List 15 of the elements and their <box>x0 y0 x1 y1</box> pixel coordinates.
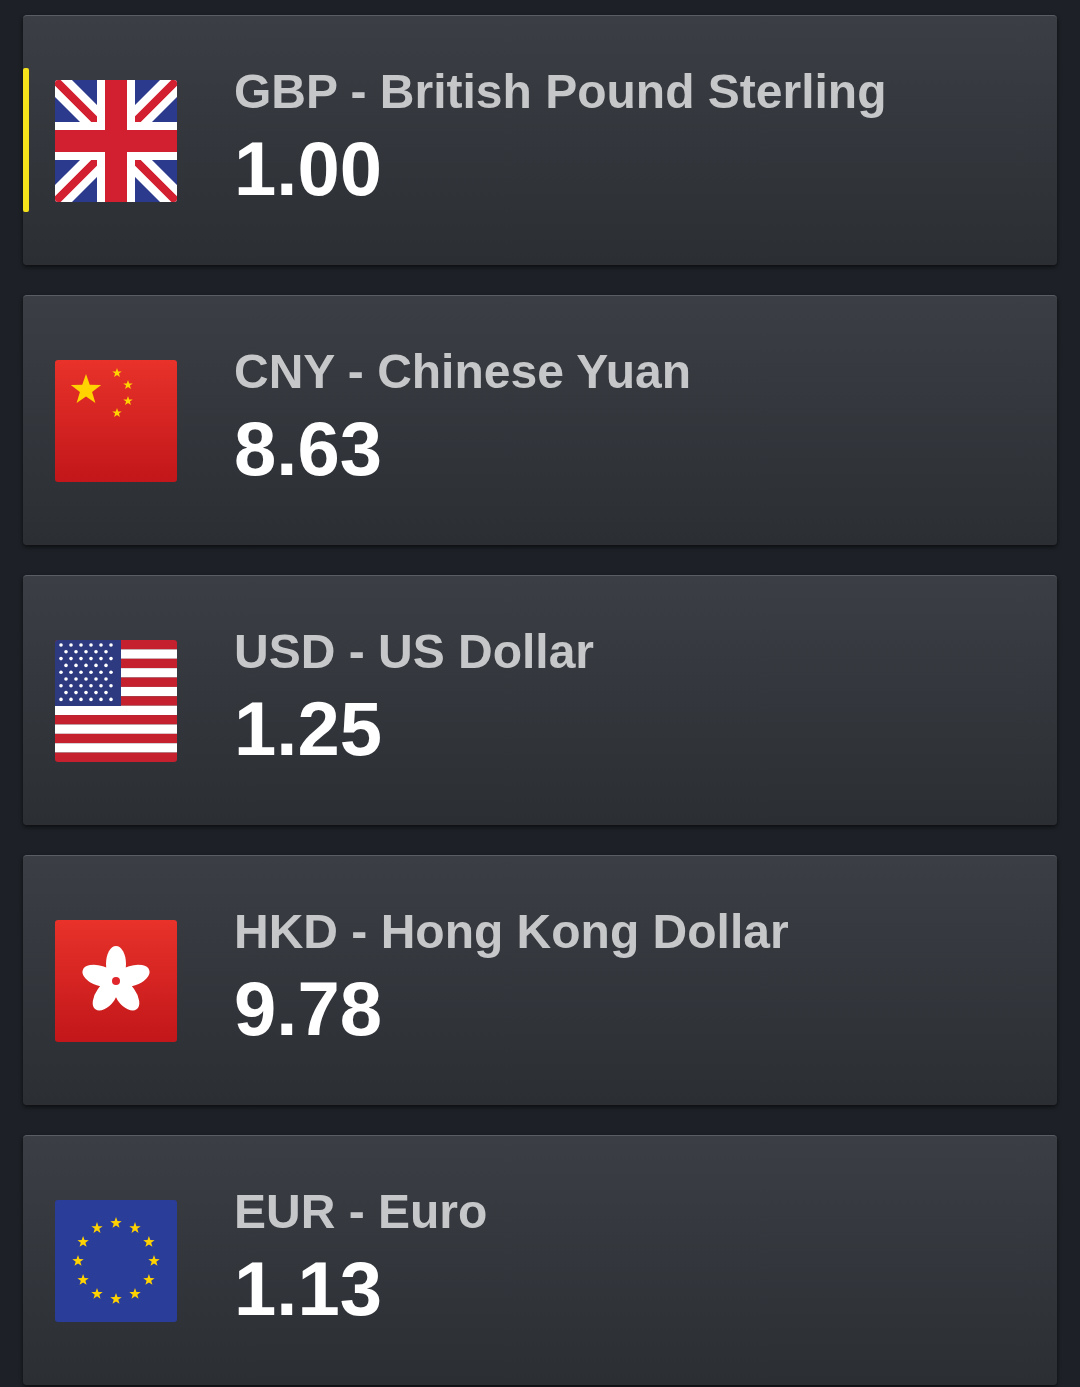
currency-row[interactable]: HKD - Hong Kong Dollar 9.78 <box>23 855 1057 1105</box>
currency-row[interactable]: GBP - British Pound Sterling 1.00 <box>23 15 1057 265</box>
currency-amount: 1.13 <box>234 1247 383 1330</box>
currency-name: CNY - Chinese Yuan <box>234 343 692 400</box>
currency-amount: 9.78 <box>234 967 383 1050</box>
currency-name: USD - US Dollar <box>234 623 595 680</box>
currency-row[interactable]: CNY - Chinese Yuan 8.63 <box>23 295 1057 545</box>
currency-row[interactable]: USD - US Dollar 1.25 <box>23 575 1057 825</box>
currency-amount: 1.25 <box>234 687 383 770</box>
currency-amount: 8.63 <box>234 407 383 490</box>
currency-name: EUR - Euro <box>234 1183 488 1240</box>
currency-name: GBP - British Pound Sterling <box>234 63 887 120</box>
currency-amount: 1.00 <box>234 127 383 210</box>
currency-row[interactable]: EUR - Euro 1.13 <box>23 1135 1057 1385</box>
currency-name: HKD - Hong Kong Dollar <box>234 903 789 960</box>
